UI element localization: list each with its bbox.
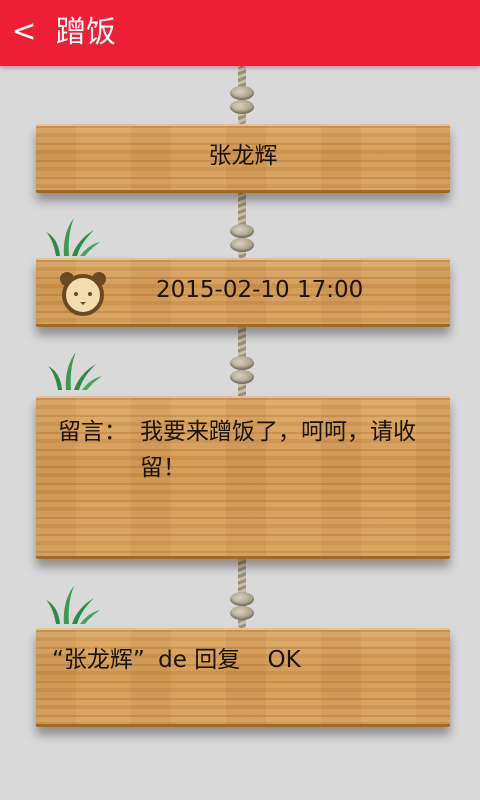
reply-quote-close: ” bbox=[132, 647, 145, 673]
grass-icon bbox=[46, 218, 100, 256]
reply-board: “张龙辉” de 回复 OK bbox=[36, 628, 450, 727]
message-text: 我要来蹭饭了，呵呵，请收留！ bbox=[140, 419, 416, 481]
inviter-name-board: 张龙辉 bbox=[36, 124, 450, 193]
rope-knot-icon bbox=[228, 352, 256, 392]
back-button[interactable]: < bbox=[8, 14, 40, 50]
reply-name: 张龙辉 bbox=[63, 647, 133, 673]
page-title: 蹭饭 bbox=[56, 15, 116, 50]
rope-knot-icon bbox=[228, 588, 256, 628]
grass-icon bbox=[46, 586, 100, 624]
bear-clock-icon bbox=[60, 272, 106, 316]
back-arrow-icon: < bbox=[11, 14, 37, 49]
inviter-name: 张龙辉 bbox=[208, 143, 278, 169]
rope-knot-icon bbox=[228, 220, 256, 260]
grass-icon bbox=[48, 352, 102, 390]
reply-quote-open: “ bbox=[52, 647, 64, 673]
message-label: 留言： bbox=[58, 419, 127, 445]
rope-knot-icon bbox=[228, 82, 256, 122]
reply-suffix: de 回复 bbox=[158, 647, 241, 673]
meal-time: 2015-02-10 17:00 bbox=[156, 277, 364, 303]
message-board: 留言： 我要来蹭饭了，呵呵，请收留！ bbox=[36, 396, 450, 559]
header-bar: < 蹭饭 bbox=[0, 0, 480, 66]
reply-text: OK bbox=[267, 647, 301, 673]
reply-line: “张龙辉” de 回复 OK bbox=[52, 642, 301, 678]
time-board: 2015-02-10 17:00 bbox=[36, 258, 450, 327]
